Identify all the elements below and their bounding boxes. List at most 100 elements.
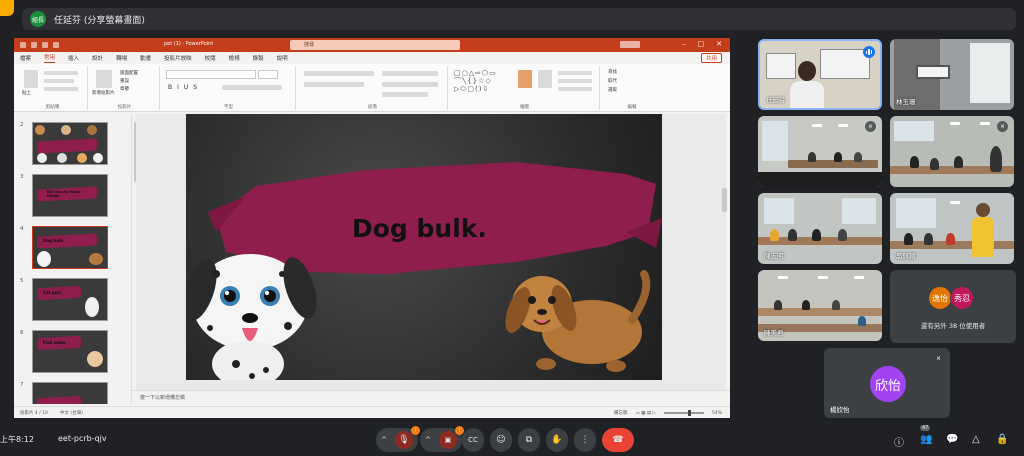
minimize-icon[interactable]: – [682,40,686,48]
notification-tab[interactable] [0,0,14,16]
camera-toggle-button[interactable]: ^ ▣ ! [420,426,464,452]
presenter-avatar: 組長 [30,11,46,27]
shapes-gallery[interactable]: □○△⇨⬡▭ ⌒╲{}☆◇ ▷⬭▢()⇩ [454,69,497,93]
menu-slideshow[interactable]: 投影片放映 [164,54,192,62]
share-button[interactable]: 共用 [700,53,722,63]
present-screen-icon[interactable]: ⧉ [526,435,532,445]
font-family-select[interactable] [166,70,256,79]
camera-off-icon[interactable]: ▣ [438,431,457,449]
arrange-icon[interactable] [518,70,532,88]
font-style-buttons[interactable]: BIUS [168,84,202,91]
reset-button[interactable]: 重設 [120,78,129,84]
captions-button[interactable]: CC [462,428,484,452]
present-button[interactable]: ⧉ [518,428,540,452]
more-options-button[interactable]: ⋮ [574,428,596,452]
other-participants-tile[interactable]: 逸怡 秀忍 還有另外 38 位使用者 [890,270,1016,343]
mic-off-icon[interactable]: 🎙 [394,431,413,449]
participant-tile[interactable]: 陳志明 [758,193,882,264]
end-call-icon[interactable]: ☎ [612,435,623,445]
font-color-buttons[interactable] [222,85,282,90]
participant-tile[interactable]: ⨯ [758,116,882,187]
layout-button[interactable]: 版面配置 [120,70,138,76]
participant-tile[interactable]: 吳佩穎 [890,193,1014,264]
format-painter-button[interactable] [44,87,78,91]
select-button[interactable]: 選取 [608,87,617,93]
list-buttons[interactable] [304,71,374,76]
notes-toggle[interactable]: 備忘稿 [614,410,628,416]
cut-button[interactable] [44,71,78,75]
emoji-icon[interactable]: ☺ [496,435,505,445]
participant-tile[interactable]: 陳美君 [758,270,882,341]
slide-thumbnail[interactable]: 5 Cat purr. [20,278,120,326]
slide-thumbnail[interactable]: 3 Did you do many things [20,174,120,222]
menu-record[interactable]: 錄製 [253,54,264,62]
maximize-icon[interactable]: □ [698,40,705,48]
mic-toggle-button[interactable]: ^ 🎙 ! [376,426,420,452]
current-slide[interactable]: Dog bulk. [186,114,662,380]
info-icon[interactable]: ⓘ [894,434,904,449]
participant-tile[interactable]: ⨯ [890,116,1014,187]
align-text-button[interactable] [382,82,438,87]
ribbon-group-label: 繪圖 [520,105,529,110]
menu-file[interactable]: 檔案 [20,54,31,62]
activities-icon[interactable]: △ [972,434,980,445]
people-icon[interactable]: 👥 47 [920,425,932,445]
notes-pane[interactable]: 按一下以新增備忘稿 [132,390,730,404]
quick-styles-icon[interactable] [538,70,552,88]
chevron-up-icon[interactable]: ^ [381,436,387,444]
clock: 上午8:12 [0,435,34,444]
quick-access-toolbar[interactable] [20,42,80,48]
menu-help[interactable]: 說明 [277,54,288,62]
menu-view[interactable]: 檢視 [229,54,240,62]
host-controls-icon[interactable]: 🔒 [996,434,1008,445]
chat-icon[interactable]: 💬 [946,434,958,445]
reactions-button[interactable]: ☺ [490,428,512,452]
smartart-button[interactable] [382,92,428,97]
status-language[interactable]: 中文 (台灣) [60,410,83,416]
captions-icon[interactable]: CC [468,436,478,444]
canvas-scrollbar[interactable] [722,188,727,212]
ppt-status-bar: 投影片 4 / 10 中文 (台灣) 備忘稿 ▭ ▦ ▤ ▷ 54% [14,406,730,418]
slide-thumbnail[interactable]: 6 Fish swim. [20,330,120,378]
more-vert-icon[interactable]: ⋮ [581,435,590,445]
paste-icon[interactable] [24,70,38,88]
chevron-up-icon[interactable]: ^ [425,436,431,444]
menu-review[interactable]: 校閱 [205,54,216,62]
ppt-search-input[interactable]: 搜尋 [290,40,460,50]
slide-thumbnail[interactable]: 2 [20,122,120,170]
replace-button[interactable]: 取代 [608,78,617,84]
new-slide-label[interactable]: 新增投影片 [92,90,115,96]
paste-label[interactable]: 貼上 [22,90,31,96]
raise-hand-button[interactable]: ✋ [546,428,568,452]
menu-transitions[interactable]: 轉場 [116,54,127,62]
align-buttons[interactable] [304,82,364,87]
participant-tile[interactable]: 林玉珊 [890,39,1014,110]
hand-icon[interactable]: ✋ [551,435,562,445]
slide-thumbnail[interactable]: 7 [20,382,120,404]
menu-insert[interactable]: 插入 [68,54,79,62]
zoom-slider[interactable] [663,410,704,416]
shape-effects-button[interactable] [558,87,592,91]
close-icon[interactable]: ✕ [716,40,722,48]
participant-tile-avatar[interactable]: 欣怡 ⨯ 楊欣怡 [824,348,950,418]
ppt-user-account[interactable] [620,41,640,48]
copy-button[interactable] [44,79,74,83]
text-direction-button[interactable] [382,71,438,76]
menu-design[interactable]: 設計 [92,54,103,62]
status-slide-number: 投影片 4 / 10 [20,410,48,416]
slide-thumbnail-selected[interactable]: 4 Dog bulk. [20,226,120,274]
menu-home[interactable]: 常用 [44,53,56,63]
participant-tile-presenter[interactable]: 任延芬 [758,39,882,110]
font-size-select[interactable] [258,70,278,79]
menu-animations[interactable]: 動畫 [140,54,151,62]
shape-outline-button[interactable] [558,79,592,83]
view-buttons[interactable]: ▭ ▦ ▤ ▷ [635,411,656,416]
new-slide-icon[interactable] [96,70,112,88]
find-button[interactable]: 尋找 [608,69,617,75]
slide-title[interactable]: Dog bulk. [352,214,487,243]
section-button[interactable]: 章節 [120,86,129,92]
zoom-level[interactable]: 54% [712,411,722,416]
window-controls[interactable]: – □ ✕ [682,40,722,48]
shape-fill-button[interactable] [558,71,592,75]
leave-call-button[interactable]: ☎ [602,428,634,452]
